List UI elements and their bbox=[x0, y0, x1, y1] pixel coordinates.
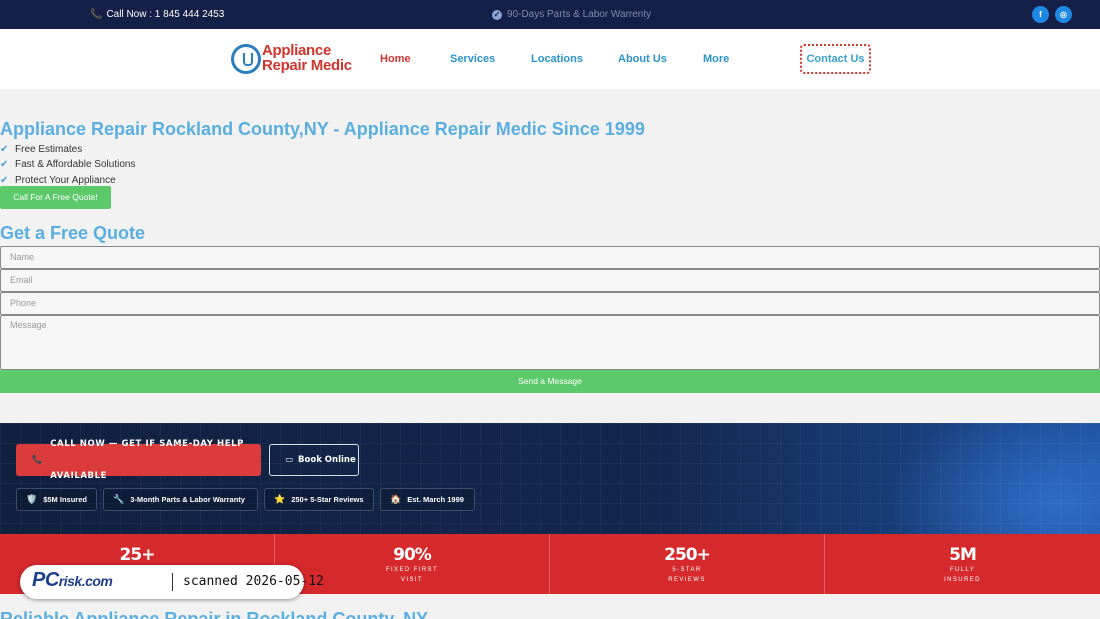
star-icon: ⭐ bbox=[274, 494, 286, 504]
watermark-divider bbox=[172, 573, 173, 591]
call-now-label: CALL NOW — GET IF SAME-DAY HELP AVAILABL… bbox=[50, 439, 244, 481]
stat-label: 5-STAR bbox=[672, 567, 702, 573]
phone-icon: 📞 bbox=[90, 9, 103, 20]
stat-reviews: 250+ 5-STAR REVIEWS bbox=[550, 534, 825, 594]
book-online-button[interactable]: ▭ Book Online bbox=[269, 444, 359, 476]
shield-icon: 🛡️ bbox=[26, 494, 38, 504]
quote-form-title: Get a Free Quote bbox=[0, 223, 146, 243]
stat-label: INSURED bbox=[944, 576, 981, 583]
stat-label: FULLY bbox=[949, 567, 976, 573]
message-field[interactable]: Message bbox=[0, 315, 1100, 370]
badge-label: 3-Month Parts & Labor Warranty bbox=[130, 495, 245, 504]
stat-label: REVIEWS bbox=[668, 576, 706, 583]
send-message-button[interactable]: Send a Message bbox=[0, 370, 1100, 393]
nav-more[interactable]: More bbox=[703, 53, 729, 65]
email-field[interactable]: Email bbox=[0, 269, 1100, 292]
nav-home[interactable]: Home bbox=[380, 53, 411, 65]
wrench-icon: 🔧 bbox=[113, 494, 125, 504]
stat-number: 5M bbox=[949, 545, 977, 565]
watermark-brand-suffix: risk.com bbox=[58, 573, 113, 589]
promo-band: 📞 CALL NOW — GET IF SAME-DAY HELP AVAILA… bbox=[0, 423, 1100, 534]
call-now-link[interactable]: 📞 Call Now : 1 845 444 2453 bbox=[90, 9, 224, 20]
benefit-list: ✔ Free Estimates ✔ Fast & Affordable Solut… bbox=[0, 142, 135, 188]
warranty-text: 90-Days Parts & Labor Warrenty bbox=[507, 9, 652, 20]
reviews-badge: ⭐ 250+ 5-Star Reviews bbox=[264, 488, 374, 511]
insured-badge: 🛡️ $5M Insured bbox=[16, 488, 97, 511]
page-title: Appliance Repair Rockland County,NY - Ap… bbox=[0, 119, 645, 139]
watermark-logo: PCrisk.com bbox=[32, 569, 113, 592]
nav-locations[interactable]: Locations bbox=[531, 53, 583, 65]
list-item: ✔ Free Estimates bbox=[0, 142, 135, 157]
plug-logo-icon bbox=[231, 44, 261, 74]
contact-us-button[interactable]: Contact Us bbox=[800, 44, 871, 74]
phone-icon: 📞 bbox=[32, 455, 44, 465]
house-icon: 🏠 bbox=[390, 494, 402, 504]
nav-services[interactable]: Services bbox=[450, 53, 495, 65]
logo-line2: Repair Medic bbox=[262, 57, 352, 74]
book-online-label: Book Online bbox=[298, 455, 356, 465]
free-quote-button[interactable]: Call For A Free Quote! bbox=[0, 186, 111, 209]
calendar-icon: ▭ bbox=[285, 455, 294, 465]
instagram-icon[interactable]: ◎ bbox=[1055, 6, 1072, 23]
badge-label: $5M Insured bbox=[43, 495, 87, 504]
call-now-button[interactable]: 📞 CALL NOW — GET IF SAME-DAY HELP AVAILA… bbox=[16, 439, 261, 481]
established-badge: 🏠 Est. March 1999 bbox=[380, 488, 475, 511]
name-field[interactable]: Name bbox=[0, 246, 1100, 269]
logo-line1: Appliance bbox=[262, 42, 331, 59]
watermark-brand: PC bbox=[32, 569, 59, 591]
warranty-badge: 🔧 3-Month Parts & Labor Warranty bbox=[103, 488, 258, 511]
site-logo[interactable]: Appliance Repair Medic bbox=[231, 42, 352, 76]
stat-number: 250+ bbox=[664, 545, 711, 565]
check-icon: ✔ bbox=[0, 159, 9, 171]
nav-about-us[interactable]: About Us bbox=[618, 53, 667, 65]
scan-date-text: scanned 2026-05-12 bbox=[183, 574, 324, 589]
phone-field[interactable]: Phone bbox=[0, 292, 1100, 315]
badge-label: Est. March 1999 bbox=[407, 495, 464, 504]
scan-watermark: PCrisk.com scanned 2026-05-12 bbox=[20, 565, 324, 599]
benefit-text: Fast & Affordable Solutions bbox=[15, 159, 136, 171]
badge-label: 250+ 5-Star Reviews bbox=[291, 495, 364, 504]
check-circle-icon: ✓ bbox=[492, 9, 502, 20]
benefit-text: Free Estimates bbox=[15, 144, 83, 156]
warranty-notice: ✓ 90-Days Parts & Labor Warrenty bbox=[492, 9, 651, 20]
section-title: Reliable Appliance Repair in Rockland Co… bbox=[0, 609, 429, 619]
stat-number: 25+ bbox=[119, 545, 156, 565]
check-icon: ✔ bbox=[0, 144, 9, 156]
call-now-text: Call Now : 1 845 444 2453 bbox=[106, 9, 225, 20]
stat-insured: 5M FULLY INSURED bbox=[825, 534, 1100, 594]
facebook-icon[interactable]: f bbox=[1032, 6, 1049, 23]
benefit-text: Protect Your Appliance bbox=[15, 174, 116, 186]
stat-number: 90% bbox=[393, 545, 432, 565]
site-header: Appliance Repair Medic Home Services Loc… bbox=[0, 29, 1100, 89]
top-bar: 📞 Call Now : 1 845 444 2453 ✓ 90-Days Pa… bbox=[0, 0, 1100, 29]
list-item: ✔ Fast & Affordable Solutions bbox=[0, 157, 135, 172]
check-icon: ✔ bbox=[0, 174, 9, 186]
